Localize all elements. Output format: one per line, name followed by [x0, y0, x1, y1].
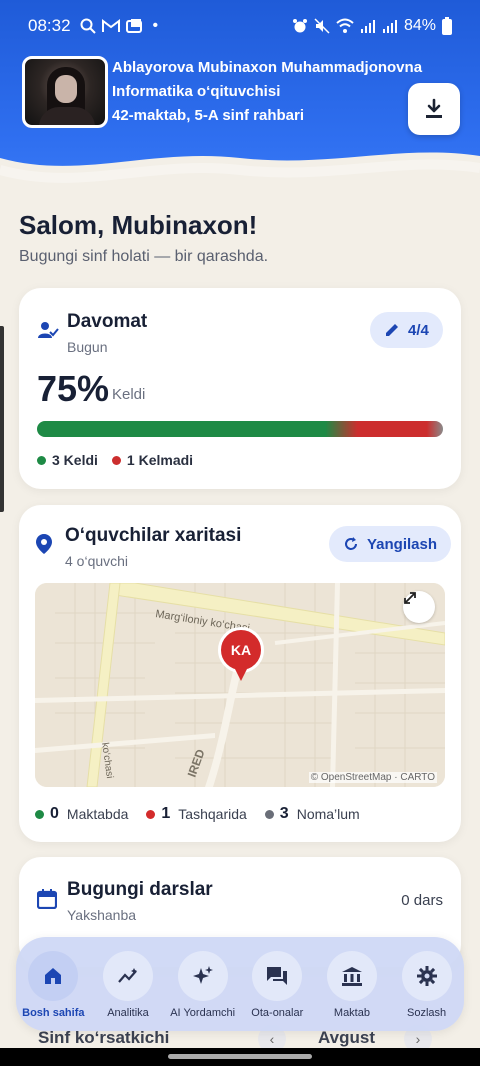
class-stats-month: Avgust [318, 1028, 375, 1047]
profile: Ablayorova Mubinaxon Muhammadjonovna Inf… [22, 56, 422, 128]
greeting-title: Salom, Mubinaxon! [19, 210, 258, 240]
legend-present: 3 Keldi [37, 452, 98, 468]
greeting-subtitle: Bugungi sinf holati — bir qarashda. [19, 248, 269, 265]
attendance-progress-bar [37, 421, 443, 437]
avatar[interactable] [22, 56, 108, 128]
gear-icon [416, 966, 437, 986]
student-map[interactable]: Marg‘iloniy ko‘chasi ko‘chasi IRED KA © … [35, 583, 445, 787]
nav-parents[interactable]: Ota-onalar [242, 951, 312, 1019]
attendance-percent-label: Keldi [112, 386, 146, 403]
student-map-card: O‘quvchilar xaritasi 4 o‘quvchi Yangilas… [19, 505, 461, 842]
status-time: 08:32 [28, 16, 71, 35]
refresh-icon [345, 537, 357, 550]
refresh-label: Yangilash [367, 535, 438, 553]
student-map-pin[interactable]: KA [218, 627, 264, 685]
calendar-icon [37, 889, 57, 909]
nav-settings[interactable]: Sozlash [392, 951, 462, 1019]
edge-panel-handle[interactable] [0, 326, 4, 512]
lessons-title: Bugungi darslar [67, 879, 213, 900]
student-map-subtitle: 4 o‘quvchi [65, 553, 129, 569]
legend-absent: 1 Kelmadi [111, 452, 193, 468]
lessons-subtitle: Yakshanba [67, 907, 137, 923]
expand-icon [404, 592, 416, 604]
nav-analytics[interactable]: Analitika [93, 951, 163, 1019]
lessons-count: 0 dars [401, 892, 443, 909]
attendance-card[interactable]: Davomat Bugun 4/4 75% Keldi 3 Keldi 1 Ke… [19, 288, 461, 489]
battery-percent: 84% [403, 17, 436, 34]
home-icon [45, 968, 62, 984]
signal-icon [360, 20, 375, 33]
search-status-icon [80, 18, 96, 34]
chevron-left-icon: ‹ [269, 1031, 275, 1047]
legend-unknown: 3 Noma’lum [264, 805, 360, 823]
student-map-title: O‘quvchilar xaritasi [65, 525, 242, 546]
status-bar: 08:32 • 84% [0, 0, 480, 52]
chat-icon [267, 967, 288, 985]
nav-school[interactable]: Maktab [317, 951, 387, 1019]
header-wave [0, 152, 480, 200]
teacher-name: Ablayorova Mubinaxon Muhammadjonovna [112, 59, 423, 76]
class-stats-title: Sinf ko‘rsatkichi [38, 1028, 170, 1047]
app-status-icon [125, 19, 142, 33]
map-tiles: Marg‘iloniy ko‘chasi ko‘chasi IRED [35, 583, 445, 787]
attendance-subtitle: Bugun [67, 339, 108, 355]
teacher-role: Informatika o‘qituvchisi [112, 83, 281, 100]
school-icon [341, 967, 362, 986]
alarm-icon [292, 19, 307, 33]
download-button[interactable] [408, 83, 460, 135]
wifi-icon [336, 18, 354, 33]
analytics-icon [118, 968, 137, 983]
legend-outside: 1 Tashqarida [146, 805, 247, 823]
signal-2-icon [382, 20, 397, 33]
nav-home[interactable]: Bosh sahifa [18, 951, 88, 1019]
battery-icon [442, 17, 452, 35]
header: 08:32 • 84% Ablayorova Mubinaxon Muhamma… [0, 0, 480, 200]
legend-at-school: 0 Maktabda [35, 805, 128, 823]
sparkle-icon [192, 966, 213, 984]
edit-attendance-button[interactable]: 4/4 [370, 312, 443, 348]
chevron-right-icon: › [415, 1031, 421, 1047]
location-pin-icon [36, 534, 52, 554]
download-icon [426, 98, 442, 118]
teacher-school: 42-maktab, 5-A sinf rahbari [112, 107, 305, 124]
attendance-legend: 3 Keldi 1 Kelmadi [37, 452, 193, 468]
attendance-percent: 75% [37, 368, 110, 409]
pencil-icon [386, 324, 398, 336]
attendance-icon [38, 322, 59, 338]
more-dot-icon: • [152, 17, 159, 34]
bottom-navigation: Bosh sahifa Analitika AI Yordamchi Ota-o… [16, 937, 464, 1031]
refresh-button[interactable]: Yangilash [329, 526, 452, 562]
nav-ai-assistant[interactable]: AI Yordamchi [168, 951, 238, 1019]
edit-attendance-label: 4/4 [408, 321, 429, 339]
home-indicator[interactable] [168, 1054, 312, 1059]
gmail-icon [101, 19, 120, 32]
mute-icon [314, 18, 330, 34]
attendance-title: Davomat [67, 311, 148, 332]
pin-initials: KA [218, 627, 264, 673]
map-legend: 0 Maktabda 1 Tashqarida 3 Noma’lum [35, 805, 360, 823]
expand-map-button[interactable] [403, 591, 435, 623]
map-attribution[interactable]: © OpenStreetMap · CARTO [308, 772, 437, 783]
